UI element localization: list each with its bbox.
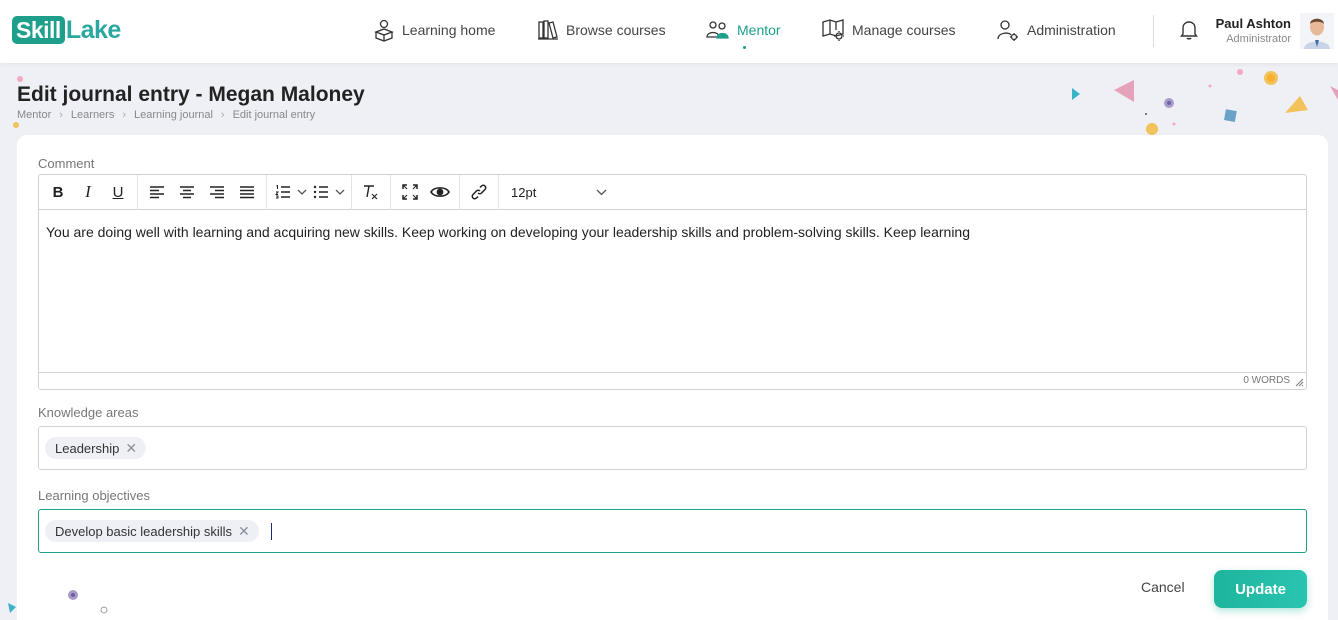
skilllake-logo[interactable]: Skill Lake (12, 16, 121, 44)
nav-learning-home[interactable]: Learning home (373, 17, 495, 43)
admin-user-gear-icon (997, 20, 1018, 41)
breadcrumb-learning-journal[interactable]: Learning journal (134, 109, 213, 121)
preview-button[interactable] (425, 178, 455, 206)
user-info[interactable]: Paul Ashton Administrator (1216, 16, 1291, 45)
nav-mentor[interactable]: Mentor (706, 17, 781, 49)
nav-label: Learning home (402, 22, 496, 38)
comment-label: Comment (38, 156, 95, 171)
numbered-list-button[interactable] (271, 178, 295, 206)
comment-text-area[interactable]: You are doing well with learning and acq… (39, 210, 1306, 372)
nav-browse-courses[interactable]: Browse courses (537, 17, 666, 43)
toolbar-group-lists (267, 175, 352, 210)
clear-formatting-icon (364, 185, 378, 200)
top-navigation-bar: Skill Lake Learning home Browse courses … (0, 0, 1338, 63)
mentor-icon (706, 21, 729, 39)
breadcrumb-current: Edit journal entry (232, 109, 316, 121)
toolbar-group-view (391, 175, 460, 210)
align-right-button[interactable] (202, 178, 232, 206)
objective-chip: Develop basic leadership skills ✕ (45, 520, 259, 542)
nav-administration[interactable]: Administration (996, 17, 1116, 43)
breadcrumb-mentor[interactable]: Mentor (17, 109, 51, 121)
toolbar-group-align (138, 175, 267, 210)
chevron-down-icon (297, 189, 307, 195)
word-count: 0 WORDS (1243, 375, 1290, 386)
chip-label: Develop basic leadership skills (55, 523, 233, 539)
fullscreen-icon (402, 184, 418, 200)
chevron-down-icon (596, 189, 607, 195)
justify-button[interactable] (232, 178, 262, 206)
toolbar-group-link (460, 175, 499, 210)
editor-toolbar: B I U 12pt (39, 175, 1306, 210)
numbered-list-dropdown[interactable] (295, 178, 309, 206)
notifications-bell-icon[interactable] (1180, 20, 1198, 45)
editor-statusbar: 0 WORDS (39, 372, 1306, 389)
align-left-button[interactable] (142, 178, 172, 206)
rich-text-editor: B I U 12pt You are doing well with learn… (38, 174, 1307, 390)
font-size-value: 12pt (511, 184, 537, 200)
breadcrumb: Mentor › Learners › Learning journal › E… (17, 109, 315, 121)
books-icon (538, 20, 558, 40)
bullet-list-icon (313, 185, 328, 199)
nav-manage-courses[interactable]: Manage courses (821, 17, 956, 43)
user-role: Administrator (1226, 33, 1291, 45)
align-right-icon (210, 186, 224, 199)
numbered-list-icon (275, 185, 290, 199)
nav-label: Manage courses (852, 22, 956, 38)
learning-objectives-input[interactable]: Develop basic leadership skills ✕ (38, 509, 1307, 553)
logo-lake-text: Lake (65, 15, 121, 44)
decorative-dots-bottom (8, 590, 108, 614)
toolbar-group-clear (352, 175, 391, 210)
chevron-down-icon (335, 189, 345, 195)
knowledge-chip: Leadership ✕ (45, 437, 147, 459)
clear-formatting-button[interactable] (356, 178, 386, 206)
eye-icon (430, 187, 450, 197)
learning-objectives-label: Learning objectives (38, 488, 151, 503)
active-indicator (743, 46, 747, 49)
underline-button[interactable]: U (103, 178, 133, 206)
breadcrumb-separator: › (220, 109, 225, 121)
page-title: Edit journal entry - Megan Maloney (17, 83, 365, 106)
avatar[interactable] (1300, 13, 1334, 49)
cancel-button[interactable]: Cancel (1141, 579, 1185, 595)
insert-link-button[interactable] (464, 178, 494, 206)
link-icon (471, 184, 487, 200)
align-center-icon (180, 186, 194, 199)
bullet-list-dropdown[interactable] (333, 178, 347, 206)
fullscreen-button[interactable] (395, 178, 425, 206)
nav-label: Browse courses (566, 22, 666, 38)
header-divider (1153, 15, 1154, 47)
chip-label: Leadership (55, 440, 120, 456)
nav-label: Administration (1027, 22, 1116, 38)
journal-form-card: Comment B I U 12pt You are doing well wi… (17, 135, 1328, 620)
logo-skill-text: Skill (12, 16, 65, 44)
toolbar-group-format: B I U (39, 175, 138, 210)
font-size-select[interactable]: 12pt (499, 175, 619, 210)
breadcrumb-separator: › (59, 109, 63, 121)
bold-button[interactable]: B (43, 178, 73, 206)
knowledge-areas-label: Knowledge areas (38, 405, 139, 420)
resize-handle-icon[interactable] (1295, 378, 1304, 387)
manage-courses-icon (822, 19, 844, 41)
learning-home-icon (374, 19, 394, 42)
italic-button[interactable]: I (73, 178, 103, 206)
text-caret (270, 522, 273, 540)
decorative-confetti (1072, 69, 1338, 135)
breadcrumb-separator: › (122, 109, 127, 121)
breadcrumb-learners[interactable]: Learners (71, 109, 114, 121)
align-left-icon (150, 186, 164, 199)
justify-icon (240, 186, 254, 199)
knowledge-areas-input[interactable]: Leadership ✕ (38, 426, 1307, 470)
nav-label: Mentor (737, 22, 781, 38)
bullet-list-button[interactable] (309, 178, 333, 206)
user-name: Paul Ashton (1215, 16, 1291, 31)
align-center-button[interactable] (172, 178, 202, 206)
chip-remove-icon[interactable]: ✕ (238, 523, 250, 540)
update-button[interactable]: Update (1214, 570, 1307, 608)
chip-remove-icon[interactable]: ✕ (125, 440, 137, 457)
